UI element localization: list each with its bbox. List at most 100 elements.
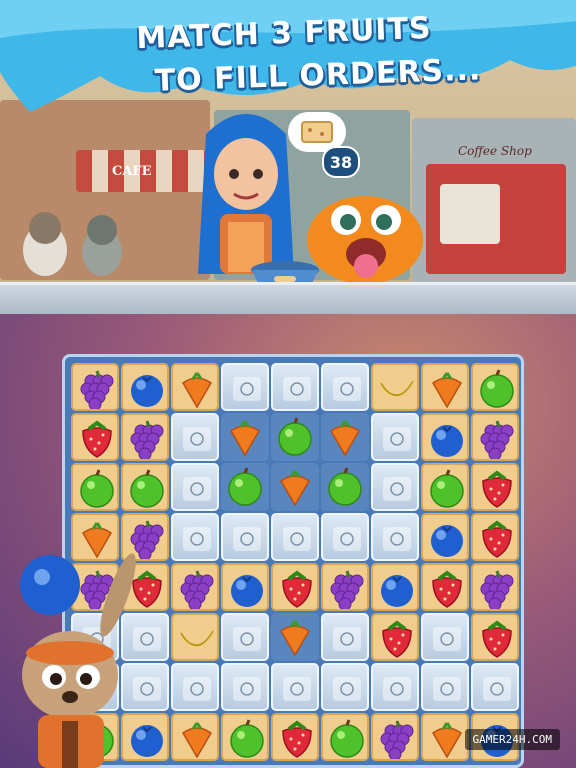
ice-block-icon <box>183 477 211 501</box>
grape-icon <box>330 570 364 609</box>
board-cell[interactable] <box>71 413 119 461</box>
board-cell[interactable] <box>171 663 219 711</box>
ice-block-icon <box>333 377 361 401</box>
board-cell[interactable] <box>221 463 269 511</box>
window-glass <box>440 184 500 244</box>
blueberry-icon <box>231 575 263 607</box>
board-cell[interactable] <box>471 613 519 661</box>
board-cell[interactable] <box>171 513 219 561</box>
ice-block-icon <box>333 627 361 651</box>
board-cell[interactable] <box>71 463 119 511</box>
carrot-icon <box>230 420 260 457</box>
carrot-icon <box>280 620 310 657</box>
ice-block-icon <box>233 377 261 401</box>
strawberry-icon <box>432 570 462 608</box>
board-cell[interactable] <box>421 613 469 661</box>
board-cell[interactable] <box>171 413 219 461</box>
board-cell[interactable] <box>171 363 219 411</box>
board-cell[interactable] <box>271 613 319 661</box>
board-cell[interactable] <box>371 563 419 611</box>
board-cell[interactable] <box>171 563 219 611</box>
board-cell[interactable] <box>371 663 419 711</box>
carrot-icon <box>182 372 212 409</box>
board-cell[interactable] <box>221 513 269 561</box>
grape-icon <box>380 720 414 759</box>
apple-icon <box>130 469 164 508</box>
grape-icon <box>180 570 214 609</box>
cat-customers <box>23 212 122 276</box>
carrot-icon <box>432 372 462 409</box>
board-cell[interactable] <box>271 463 319 511</box>
board-cell[interactable] <box>271 713 319 761</box>
blueberry-icon <box>431 425 463 457</box>
board-cell[interactable] <box>321 463 369 511</box>
board-cell[interactable] <box>421 363 469 411</box>
board-cell[interactable] <box>321 413 369 461</box>
board-cell[interactable] <box>271 563 319 611</box>
board-cell[interactable] <box>371 363 419 411</box>
apple-icon <box>80 469 114 508</box>
grape-icon <box>80 370 114 409</box>
apple-icon <box>328 467 362 506</box>
strawberry-icon <box>82 420 112 458</box>
board-cell[interactable] <box>221 663 269 711</box>
board-cell[interactable] <box>471 663 519 711</box>
cookie-order-icon <box>301 121 333 143</box>
board-cell[interactable] <box>271 363 319 411</box>
board-cell[interactable] <box>271 513 319 561</box>
strawberry-icon <box>482 620 512 658</box>
board-cell[interactable] <box>221 413 269 461</box>
board-cell[interactable] <box>371 413 419 461</box>
board-cell[interactable] <box>421 463 469 511</box>
board-cell[interactable] <box>371 613 419 661</box>
board-cell[interactable] <box>471 413 519 461</box>
board-cell[interactable] <box>271 663 319 711</box>
apple-icon <box>228 467 262 506</box>
board-cell[interactable] <box>371 713 419 761</box>
apple-icon <box>230 719 264 758</box>
grape-icon <box>480 420 514 459</box>
board-cell[interactable] <box>321 713 369 761</box>
board-cell[interactable] <box>321 363 369 411</box>
board-cell[interactable] <box>471 363 519 411</box>
cafe-scene: CAFE Coffee Shop 38 MATCH 3 FRUITS TO FI… <box>0 0 576 300</box>
board-cell[interactable] <box>321 663 369 711</box>
apple-icon <box>480 369 514 408</box>
board-cell[interactable] <box>221 713 269 761</box>
board-cell[interactable] <box>121 463 169 511</box>
board-cell[interactable] <box>221 563 269 611</box>
board-cell[interactable] <box>371 513 419 561</box>
board-cell[interactable] <box>221 363 269 411</box>
ice-block-icon <box>183 677 211 701</box>
board-cell[interactable] <box>171 613 219 661</box>
carrot-icon <box>432 722 462 759</box>
board-cell[interactable] <box>121 363 169 411</box>
blueberry-icon <box>431 525 463 557</box>
board-cell[interactable] <box>371 463 419 511</box>
board-cell[interactable] <box>321 563 369 611</box>
board-cell[interactable] <box>171 713 219 761</box>
ice-block-icon <box>383 677 411 701</box>
coffee-shop-sign: Coffee Shop <box>458 144 532 158</box>
watermark: GAMER24H.COM <box>464 729 560 750</box>
board-cell[interactable] <box>421 713 469 761</box>
ice-block-icon <box>483 677 511 701</box>
board-cell[interactable] <box>71 363 119 411</box>
apple-icon <box>330 719 364 758</box>
board-cell[interactable] <box>421 563 469 611</box>
ice-block-icon <box>333 677 361 701</box>
board-cell[interactable] <box>421 413 469 461</box>
board-cell[interactable] <box>321 513 369 561</box>
board-cell[interactable] <box>421 663 469 711</box>
board-cell[interactable] <box>321 613 369 661</box>
strawberry-icon <box>282 570 312 608</box>
board-cell[interactable] <box>471 513 519 561</box>
board-cell[interactable] <box>171 463 219 511</box>
board-cell[interactable] <box>121 413 169 461</box>
strawberry-icon <box>482 470 512 508</box>
board-cell[interactable] <box>471 463 519 511</box>
board-cell[interactable] <box>271 413 319 461</box>
board-cell[interactable] <box>421 513 469 561</box>
board-cell[interactable] <box>221 613 269 661</box>
board-cell[interactable] <box>471 563 519 611</box>
